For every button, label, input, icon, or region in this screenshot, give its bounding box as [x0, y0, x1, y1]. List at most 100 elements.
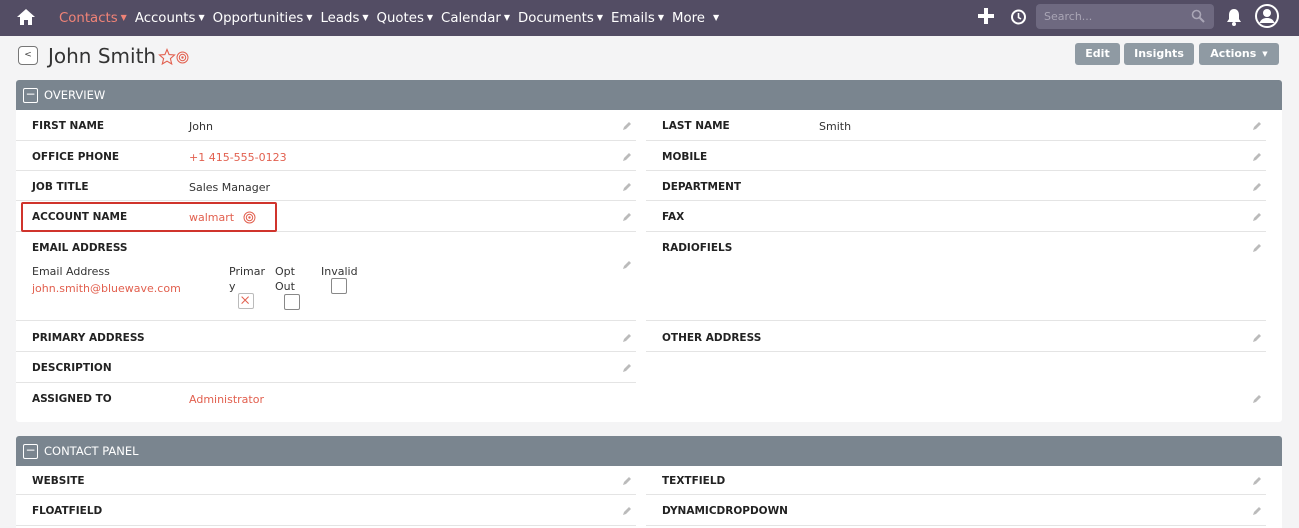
field-row-dynamicdropdown: DYNAMICDROPDOWN: [646, 495, 1266, 526]
nav-item-label: Emails: [610, 10, 655, 26]
actions-label: Actions: [1210, 47, 1257, 60]
highlight-box: [21, 202, 277, 232]
pencil-icon[interactable]: [1252, 121, 1262, 131]
insights-button[interactable]: Insights: [1124, 43, 1194, 65]
field-row-textfield: TEXTFIELD: [646, 466, 1266, 495]
nav-item-label: Leads: [320, 10, 360, 26]
pencil-icon[interactable]: [622, 333, 632, 343]
opt-out-label: Opt: [275, 265, 295, 278]
field-row-first-name: FIRST NAME John: [16, 110, 636, 141]
collapse-icon[interactable]: −: [23, 444, 38, 459]
nav-item-more[interactable]: More ▼: [672, 11, 719, 26]
actions-button[interactable]: Actions ▼: [1199, 43, 1279, 65]
field-row-empty: [646, 352, 1266, 419]
search-input[interactable]: [1044, 8, 1184, 24]
opt-out-checkbox[interactable]: [284, 294, 300, 310]
pencil-icon[interactable]: [1252, 212, 1262, 222]
search-icon[interactable]: [1191, 9, 1205, 23]
pencil-icon[interactable]: [1252, 182, 1262, 192]
nav-item-label: More: [671, 10, 705, 26]
nav-item-contacts[interactable]: Contacts ▼: [59, 11, 127, 26]
caret-down-icon: ▼: [306, 12, 313, 22]
primary-checkbox[interactable]: [238, 293, 254, 309]
field-label: JOB TITLE: [32, 181, 89, 193]
caret-down-icon: ▼: [712, 12, 720, 22]
pencil-icon[interactable]: [622, 476, 632, 486]
follow-icon[interactable]: [176, 51, 189, 64]
nav-item-opportunities[interactable]: Opportunities ▼: [213, 11, 313, 26]
panel-title: OVERVIEW: [44, 88, 106, 102]
plus-icon[interactable]: [977, 7, 995, 25]
caret-down-icon: ▼: [596, 12, 603, 22]
field-label: FAX: [662, 211, 685, 223]
primary-label: Primar: [229, 265, 265, 278]
pencil-icon[interactable]: [1252, 476, 1262, 486]
panel-header[interactable]: − CONTACT PANEL: [16, 436, 1282, 466]
nav-item-label: Opportunities: [212, 10, 304, 26]
field-label: FIRST NAME: [32, 120, 105, 132]
field-label: ASSIGNED TO: [32, 393, 112, 405]
contact-panel: − CONTACT PANEL WEBSITE FLOATFIELD TEXTF…: [16, 436, 1282, 528]
first-name-value: John: [189, 120, 213, 133]
pencil-icon[interactable]: [1252, 394, 1262, 404]
pencil-icon[interactable]: [622, 212, 632, 222]
nav-item-quotes[interactable]: Quotes ▼: [377, 11, 434, 26]
opt-out-label-wrap: Out: [275, 280, 295, 293]
field-label: OTHER ADDRESS: [662, 332, 762, 344]
field-label: DYNAMICDROPDOWN: [662, 505, 788, 517]
field-row-assigned-to: ASSIGNED TO Administrator: [16, 383, 636, 419]
field-label: FLOATFIELD: [32, 505, 103, 517]
pencil-icon[interactable]: [622, 363, 632, 373]
nav-item-documents[interactable]: Documents ▼: [518, 11, 603, 26]
favorite-star-icon[interactable]: [158, 48, 176, 66]
assigned-to-link[interactable]: Administrator: [189, 393, 264, 406]
caret-down-icon: ▼: [120, 12, 127, 22]
field-row-other-address: OTHER ADDRESS: [646, 321, 1266, 352]
field-row-mobile: MOBILE: [646, 141, 1266, 171]
panel-title: CONTACT PANEL: [44, 444, 139, 458]
pencil-icon[interactable]: [1252, 243, 1262, 253]
panel-header[interactable]: − OVERVIEW: [16, 80, 1282, 110]
global-search[interactable]: [1036, 4, 1214, 29]
field-row-job-title: JOB TITLE Sales Manager: [16, 171, 636, 201]
field-row-floatfield: FLOATFIELD: [16, 495, 636, 526]
home-icon[interactable]: [16, 8, 36, 26]
pencil-icon[interactable]: [622, 260, 632, 270]
field-label: RADIOFIELS: [662, 242, 733, 254]
nav-item-label: Calendar: [441, 10, 501, 26]
field-label: DEPARTMENT: [662, 181, 742, 193]
nav-item-emails[interactable]: Emails ▼: [611, 11, 664, 26]
caret-down-icon: ▼: [426, 12, 434, 22]
back-button[interactable]: <: [18, 46, 38, 65]
last-name-value: Smith: [819, 120, 852, 133]
nav-item-calendar[interactable]: Calendar ▼: [441, 11, 510, 26]
pencil-icon[interactable]: [622, 506, 632, 516]
pencil-icon[interactable]: [622, 182, 632, 192]
pencil-icon[interactable]: [622, 152, 632, 162]
pencil-icon[interactable]: [622, 121, 632, 131]
bell-icon[interactable]: [1226, 8, 1242, 26]
nav-item-accounts[interactable]: Accounts ▼: [135, 11, 205, 26]
field-label: TEXTFIELD: [662, 475, 726, 487]
email-link[interactable]: john.smith@bluewave.com: [32, 282, 181, 295]
collapse-icon[interactable]: −: [23, 88, 38, 103]
edit-button[interactable]: Edit: [1075, 43, 1120, 65]
top-navbar: Contacts ▼ Accounts ▼ Opportunities ▼ Leads…: [0, 0, 1299, 36]
field-label: LAST NAME: [662, 120, 730, 132]
job-title-value: Sales Manager: [189, 181, 270, 194]
nav-item-label: Quotes: [376, 10, 424, 26]
avatar[interactable]: [1255, 4, 1279, 28]
history-icon[interactable]: [1009, 8, 1027, 26]
nav-item-label: Accounts: [134, 10, 196, 26]
office-phone-link[interactable]: +1 415-555-0123: [189, 151, 287, 164]
pencil-icon[interactable]: [1252, 333, 1262, 343]
pencil-icon[interactable]: [1252, 152, 1262, 162]
pencil-icon[interactable]: [1252, 506, 1262, 516]
nav-item-leads[interactable]: Leads ▼: [321, 11, 369, 26]
field-label: MOBILE: [662, 151, 708, 163]
invalid-checkbox[interactable]: [331, 278, 347, 294]
field-label: EMAIL ADDRESS: [32, 242, 128, 254]
invalid-label: Invalid: [321, 265, 358, 278]
field-label: OFFICE PHONE: [32, 151, 120, 163]
caret-down-icon: ▼: [657, 12, 664, 22]
